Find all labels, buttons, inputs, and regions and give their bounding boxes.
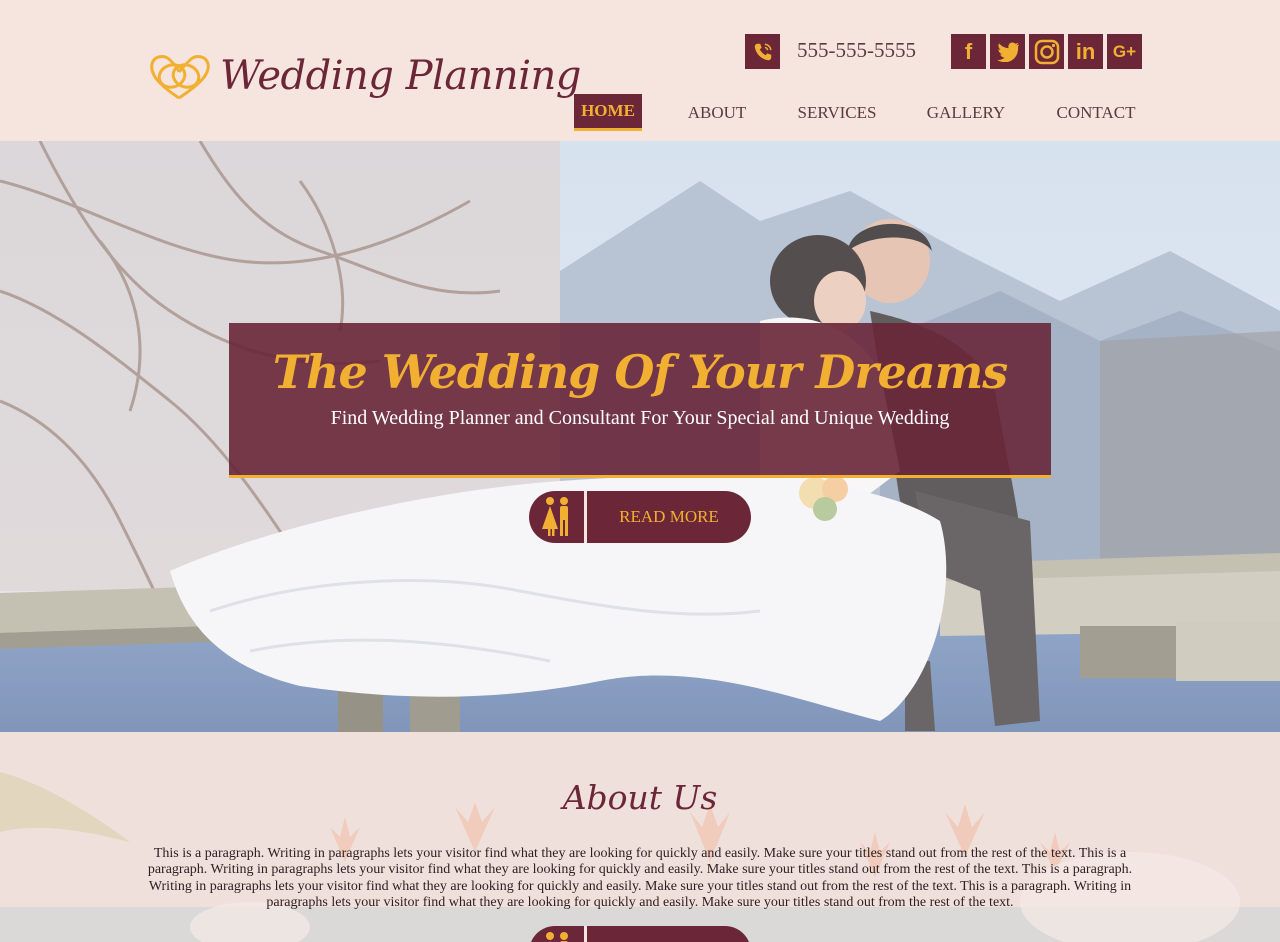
phone-number[interactable]: 555-555-5555 xyxy=(797,38,916,63)
social-links: f in G+ xyxy=(951,34,1142,69)
logo-text: Wedding Planning xyxy=(220,53,581,99)
linkedin-icon[interactable]: in xyxy=(1068,34,1103,69)
facebook-icon[interactable]: f xyxy=(951,34,986,69)
hero-subtitle: Find Wedding Planner and Consultant For … xyxy=(330,407,950,429)
phone-icon[interactable] xyxy=(745,34,780,69)
facebook-glyph: f xyxy=(964,38,973,64)
read-more-button[interactable]: READ MORE xyxy=(529,491,751,543)
hero-section: The Wedding Of Your Dreams Find Wedding … xyxy=(0,141,1280,732)
hero-title: The Wedding Of Your Dreams xyxy=(272,345,1008,399)
nav-home[interactable]: HOME xyxy=(574,94,642,131)
read-more-label: READ MORE xyxy=(619,507,719,526)
about-title: About Us xyxy=(562,778,718,817)
nav-about[interactable]: ABOUT xyxy=(677,94,757,131)
about-read-more-button[interactable] xyxy=(529,926,751,942)
about-paragraph: This is a paragraph. Writing in paragrap… xyxy=(147,846,1133,911)
about-section: About Us This is a paragraph. Writing in… xyxy=(0,732,1280,942)
nav-services[interactable]: SERVICES xyxy=(790,94,884,131)
instagram-icon[interactable] xyxy=(1029,34,1064,69)
site-header: Wedding Planning 555-555-5555 f in G+ HO… xyxy=(0,0,1280,141)
hero-banner: The Wedding Of Your Dreams Find Wedding … xyxy=(229,323,1051,478)
google-plus-icon[interactable]: G+ xyxy=(1107,34,1142,69)
main-nav: HOME ABOUT SERVICES GALLERY CONTACT xyxy=(0,94,1280,134)
linkedin-glyph: in xyxy=(1075,38,1096,64)
couple-icon xyxy=(529,491,587,543)
google-plus-glyph: G+ xyxy=(1112,41,1137,61)
nav-contact[interactable]: CONTACT xyxy=(1048,94,1144,131)
nav-gallery[interactable]: GALLERY xyxy=(918,94,1014,131)
twitter-icon[interactable] xyxy=(990,34,1025,69)
